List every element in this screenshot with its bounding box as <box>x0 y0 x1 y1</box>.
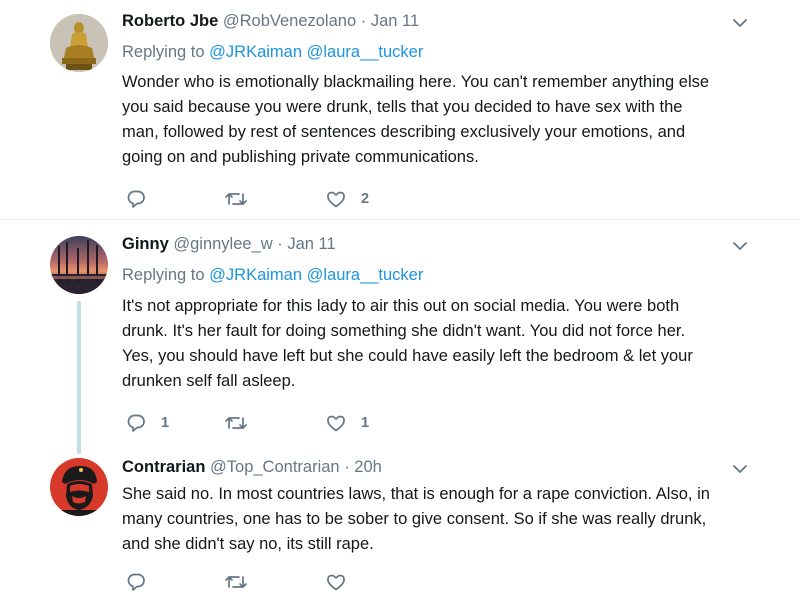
user-handle[interactable]: @ginnylee_w <box>173 235 272 253</box>
tweet-text-line: drunk. It's her fault for doing somethin… <box>122 322 686 340</box>
timestamp[interactable]: Jan 11 <box>287 235 335 253</box>
tweet-header: Ginny @ginnylee_w · Jan 11 <box>122 235 336 254</box>
avatar[interactable] <box>50 236 108 294</box>
retweet-button[interactable] <box>224 570 262 594</box>
tweet-text-line: you said because you were drunk, tells t… <box>122 98 683 116</box>
like-button[interactable]: 1 <box>325 411 369 435</box>
like-count: 1 <box>361 415 370 431</box>
mention-link[interactable]: @JRKaiman <box>209 43 302 61</box>
tweet-text-line: drunken self fall asleep. <box>122 372 296 390</box>
reply-icon <box>125 188 147 210</box>
reply-button[interactable]: 1 <box>125 411 169 435</box>
tweet-roberto[interactable]: Roberto Jbe @RobVenezolano · Jan 11 Repl… <box>0 0 800 219</box>
like-icon <box>325 188 347 210</box>
separator-dot: · <box>360 12 367 30</box>
tweet-text-line: Wonder who is emotionally blackmailing h… <box>122 73 710 91</box>
reply-icon <box>125 571 147 593</box>
retweet-button[interactable] <box>224 411 262 435</box>
tweet-header: Contrarian @Top_Contrarian · 20h <box>122 458 382 477</box>
display-name[interactable]: Roberto Jbe <box>122 12 218 30</box>
golden-statue-avatar-image <box>50 14 108 72</box>
tweet-text-line: Yes, you should have left but she could … <box>122 347 693 365</box>
user-handle[interactable]: @RobVenezolano <box>223 12 356 30</box>
tweet-text-line: going on and publishing private communic… <box>122 148 479 166</box>
retweet-button[interactable] <box>224 187 262 211</box>
tweet-text-line: many countries, one has to be sober to g… <box>122 510 707 528</box>
reply-count: 1 <box>161 415 170 431</box>
display-name[interactable]: Ginny <box>122 235 169 253</box>
retweet-icon <box>224 188 248 210</box>
like-button[interactable]: 2 <box>325 187 369 211</box>
separator-dot: · <box>344 458 350 476</box>
like-button[interactable] <box>325 570 361 594</box>
tweet-ginny[interactable]: Ginny @ginnylee_w · Jan 11 Replying to @… <box>0 220 800 452</box>
mention-link[interactable]: @laura__tucker <box>307 43 424 61</box>
retweet-icon <box>224 571 248 593</box>
user-handle[interactable]: @Top_Contrarian <box>210 458 340 476</box>
like-count: 2 <box>361 191 370 207</box>
reply-icon <box>125 412 147 434</box>
caret-down-icon[interactable] <box>730 459 750 479</box>
like-icon <box>325 412 347 434</box>
caret-down-icon[interactable] <box>730 236 750 256</box>
replying-to-label: Replying to <box>122 43 205 61</box>
tweet-contrarian[interactable]: Contrarian @Top_Contrarian · 20h She sai… <box>0 452 800 603</box>
replying-to: Replying to @JRKaiman @laura__tucker <box>122 43 423 62</box>
tweet-text-line: and she didn't say no, its still rape. <box>122 535 374 553</box>
timestamp[interactable]: Jan 11 <box>371 12 419 30</box>
avatar[interactable] <box>50 458 108 516</box>
timestamp[interactable]: 20h <box>354 458 382 476</box>
retweet-icon <box>224 412 248 434</box>
tweet-header: Roberto Jbe @RobVenezolano · Jan 11 <box>122 12 419 31</box>
separator-dot: · <box>277 235 283 253</box>
tweet-text: Wonder who is emotionally blackmailing h… <box>122 70 709 170</box>
tweet-text-line: man, followed by rest of sentences descr… <box>122 123 686 141</box>
display-name[interactable]: Contrarian <box>122 458 205 476</box>
replying-to-label: Replying to <box>122 266 205 284</box>
reply-button[interactable] <box>125 187 161 211</box>
sunset-trees-avatar-image <box>50 236 108 294</box>
replying-to: Replying to @JRKaiman @laura__tucker <box>122 266 423 285</box>
mention-link[interactable]: @laura__tucker <box>307 266 424 284</box>
tweet-text-line: It's not appropriate for this lady to ai… <box>122 297 680 315</box>
tweet-text: She said no. In most countries laws, tha… <box>122 482 710 557</box>
like-icon <box>325 571 347 593</box>
tweet-text-line: She said no. In most countries laws, tha… <box>122 485 710 503</box>
caret-down-icon[interactable] <box>730 13 750 33</box>
reply-button[interactable] <box>125 570 161 594</box>
tweet-text: It's not appropriate for this lady to ai… <box>122 294 693 394</box>
mention-link[interactable]: @JRKaiman <box>209 266 302 284</box>
avatar[interactable] <box>50 14 108 72</box>
che-portrait-avatar-image <box>50 458 108 516</box>
